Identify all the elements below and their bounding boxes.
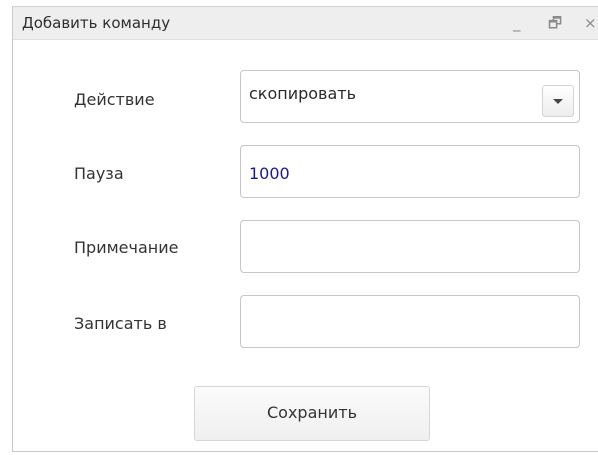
action-select[interactable]: скопировать	[240, 70, 580, 123]
pause-input-value: 1000	[249, 164, 290, 183]
write-to-input[interactable]	[240, 295, 580, 348]
close-icon[interactable]: ×	[584, 14, 597, 32]
save-button[interactable]: Сохранить	[194, 386, 430, 441]
write-to-label: Записать в	[74, 314, 167, 333]
restore-icon[interactable]: 🗗	[548, 14, 562, 32]
pause-input[interactable]: 1000	[240, 145, 580, 198]
action-select-value: скопировать	[249, 84, 357, 103]
pause-label: Пауза	[74, 164, 124, 183]
action-dropdown-button[interactable]	[542, 85, 574, 117]
save-button-label: Сохранить	[267, 403, 357, 422]
minimize-icon[interactable]: _	[513, 14, 521, 32]
note-label: Примечание	[74, 238, 179, 257]
dialog-title: Добавить команду	[22, 14, 171, 32]
dialog-titlebar: Добавить команду _ 🗗 ×	[13, 7, 598, 40]
action-label: Действие	[74, 90, 155, 109]
chevron-down-icon	[553, 99, 563, 104]
add-command-dialog: Добавить команду _ 🗗 × Действие скопиров…	[12, 6, 598, 452]
note-input[interactable]	[240, 220, 580, 273]
